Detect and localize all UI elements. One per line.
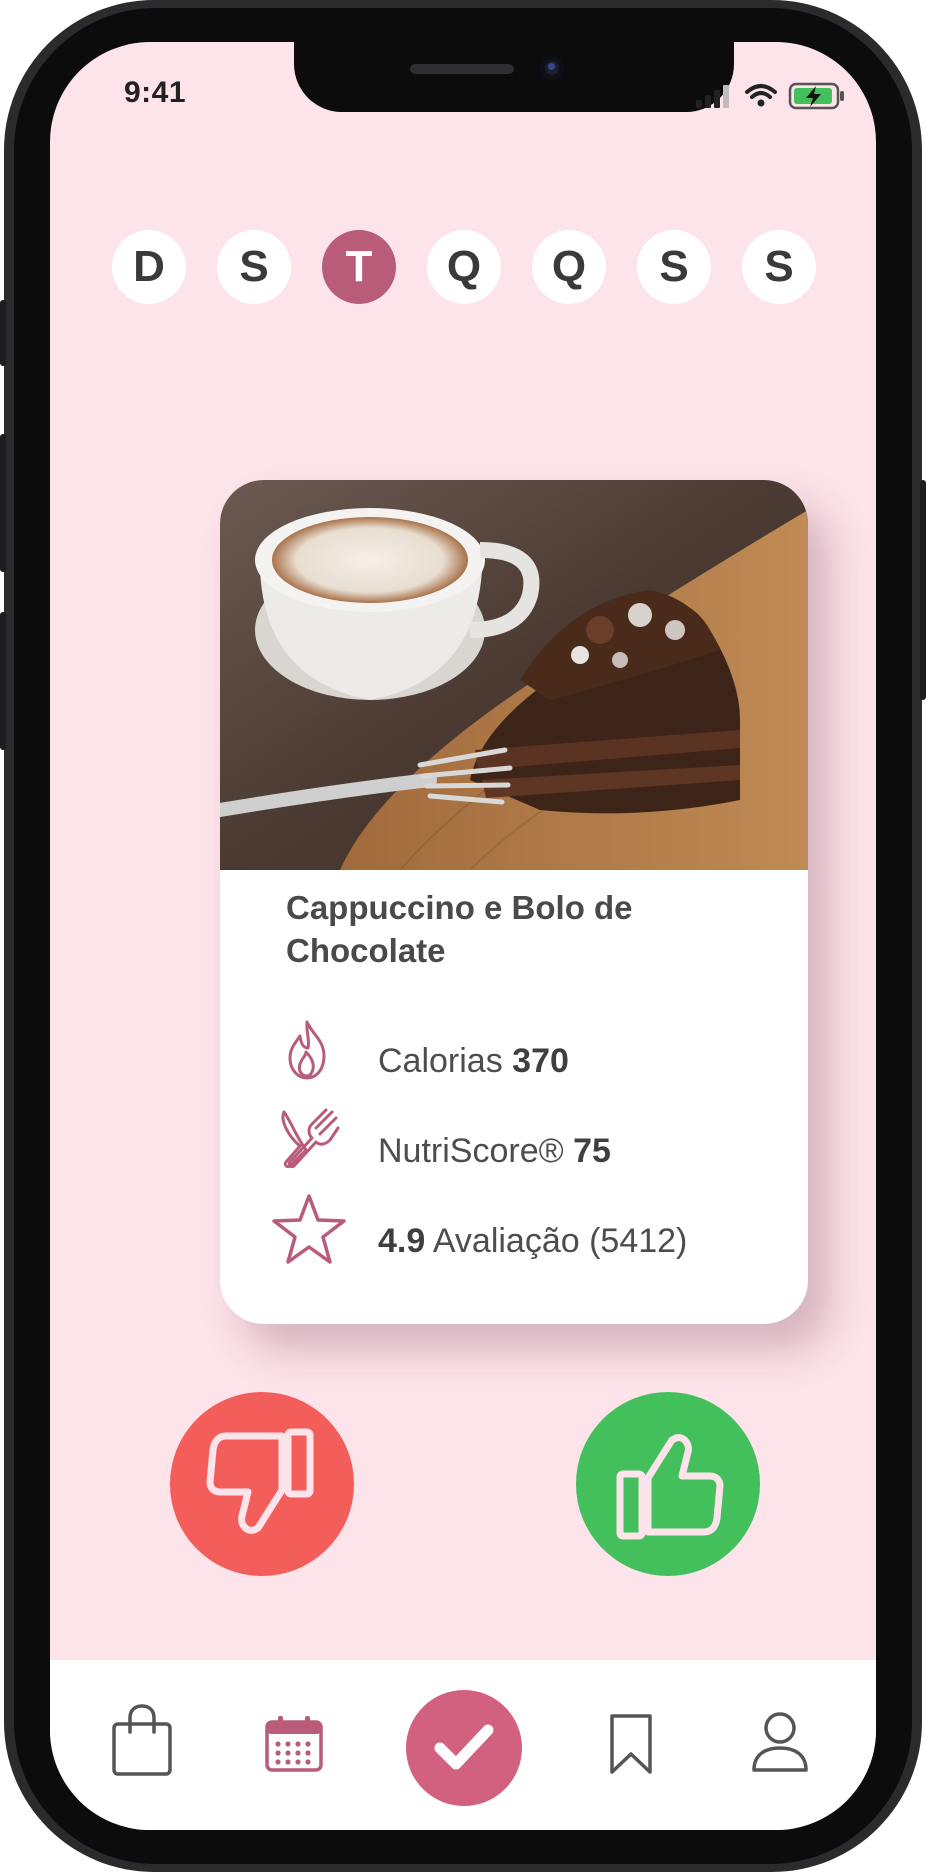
day-tuesday[interactable]: T bbox=[322, 230, 396, 304]
notch bbox=[294, 42, 734, 112]
star-icon bbox=[272, 1194, 346, 1264]
thumbs-up-icon bbox=[616, 1434, 724, 1540]
rating-row: 4.9 Avaliação (5412) bbox=[378, 1222, 687, 1261]
signal-icon bbox=[696, 85, 729, 108]
wifi-icon bbox=[745, 84, 777, 107]
meal-title: Cappuccino e Bolo de Chocolate bbox=[286, 889, 633, 969]
meal-card[interactable]: Cappuccino e Bolo de Chocolate Calorias … bbox=[220, 480, 808, 1324]
user-icon[interactable] bbox=[750, 1710, 810, 1774]
cutlery-icon bbox=[281, 1108, 340, 1168]
day-friday[interactable]: S bbox=[637, 230, 711, 304]
mute-switch bbox=[0, 300, 6, 366]
screen: 9:41 D S T Q Q S S Cappuccino e Bolo de … bbox=[50, 42, 876, 1830]
day-label: S bbox=[659, 242, 689, 291]
calendar-icon[interactable] bbox=[264, 1714, 324, 1774]
volume-up-button bbox=[0, 434, 6, 572]
flame-icon bbox=[288, 1020, 326, 1080]
day-label: T bbox=[345, 242, 373, 291]
like-button[interactable] bbox=[576, 1392, 760, 1576]
volume-down-button bbox=[0, 612, 6, 750]
check-icon bbox=[434, 1724, 494, 1770]
day-label: S bbox=[764, 242, 794, 291]
day-label: Q bbox=[446, 242, 482, 291]
dislike-button[interactable] bbox=[170, 1392, 354, 1576]
day-sunday[interactable]: D bbox=[112, 230, 186, 304]
day-label: D bbox=[133, 242, 165, 291]
shopping-bag-icon[interactable] bbox=[110, 1702, 174, 1778]
calories-label: Calorias bbox=[378, 1042, 503, 1080]
speaker bbox=[410, 64, 514, 74]
bookmark-icon[interactable] bbox=[608, 1712, 654, 1776]
nutriscore-value: 75 bbox=[573, 1132, 611, 1170]
thumbs-down-icon bbox=[206, 1428, 314, 1534]
calories-row: Calorias 370 bbox=[378, 1042, 569, 1081]
day-monday[interactable]: S bbox=[217, 230, 291, 304]
status-time: 9:41 bbox=[124, 76, 187, 109]
nutriscore-row: NutriScore® 75 bbox=[378, 1132, 611, 1171]
nutriscore-label: NutriScore® bbox=[378, 1132, 564, 1170]
day-saturday[interactable]: S bbox=[742, 230, 816, 304]
calories-value: 370 bbox=[512, 1042, 569, 1080]
rating-value: 4.9 bbox=[378, 1222, 426, 1260]
day-label: Q bbox=[551, 242, 587, 291]
day-thursday[interactable]: Q bbox=[532, 230, 606, 304]
power-button bbox=[920, 480, 926, 700]
day-label: S bbox=[239, 242, 269, 291]
front-camera bbox=[540, 56, 564, 80]
rating-label: Avaliação (5412) bbox=[432, 1222, 688, 1260]
meal-photo bbox=[220, 480, 808, 870]
battery-icon bbox=[788, 82, 844, 110]
check-button[interactable] bbox=[406, 1690, 522, 1806]
day-wednesday[interactable]: Q bbox=[427, 230, 501, 304]
